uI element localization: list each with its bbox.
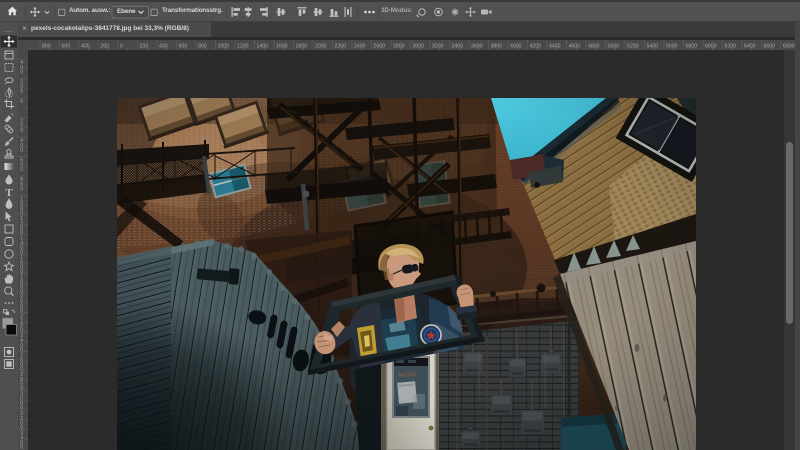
svg-text:2400: 2400 (354, 44, 366, 50)
svg-text:800: 800 (42, 44, 51, 50)
svg-text:0: 0 (20, 147, 23, 153)
svg-text:5600: 5600 (666, 44, 678, 50)
svg-text:200: 200 (140, 44, 149, 50)
svg-text:T: T (5, 187, 13, 199)
svg-text:2000: 2000 (315, 44, 327, 50)
svg-text:1400: 1400 (257, 44, 269, 50)
svg-text:6000: 6000 (705, 44, 717, 50)
svg-text:1200: 1200 (237, 44, 249, 50)
svg-text:3200: 3200 (432, 44, 444, 50)
svg-text:3600: 3600 (471, 44, 483, 50)
svg-text:5400: 5400 (647, 44, 659, 50)
svg-text:6200: 6200 (725, 44, 737, 50)
svg-text:200: 200 (101, 44, 110, 50)
svg-text:4800: 4800 (588, 44, 600, 50)
svg-text:2600: 2600 (374, 44, 386, 50)
svg-text:0: 0 (20, 99, 23, 105)
svg-text:0: 0 (20, 167, 23, 173)
svg-text:0: 0 (20, 69, 23, 75)
svg-text:800: 800 (198, 44, 207, 50)
svg-text:3400: 3400 (452, 44, 464, 50)
svg-text:4200: 4200 (530, 44, 542, 50)
svg-text:6800: 6800 (783, 44, 795, 50)
svg-text:4600: 4600 (569, 44, 581, 50)
svg-text:2200: 2200 (335, 44, 347, 50)
svg-text:400: 400 (81, 44, 90, 50)
svg-text:1800: 1800 (296, 44, 308, 50)
svg-text:2800: 2800 (393, 44, 405, 50)
svg-text:400: 400 (159, 44, 168, 50)
svg-text:5000: 5000 (608, 44, 620, 50)
svg-text:5200: 5200 (627, 44, 639, 50)
svg-text:6600: 6600 (764, 44, 776, 50)
svg-text:0: 0 (20, 128, 23, 134)
svg-text:1000: 1000 (218, 44, 230, 50)
svg-text:4000: 4000 (510, 44, 522, 50)
svg-text:0: 0 (120, 44, 123, 50)
svg-text:3000: 3000 (413, 44, 425, 50)
svg-text:600: 600 (179, 44, 188, 50)
svg-text:0: 0 (20, 89, 23, 95)
svg-text:0: 0 (20, 186, 23, 192)
svg-text:0: 0 (20, 445, 23, 450)
svg-text:600: 600 (62, 44, 71, 50)
svg-text:5800: 5800 (686, 44, 698, 50)
svg-text:4400: 4400 (549, 44, 561, 50)
svg-text:1600: 1600 (276, 44, 288, 50)
svg-text:3800: 3800 (491, 44, 503, 50)
svg-text:6400: 6400 (744, 44, 756, 50)
